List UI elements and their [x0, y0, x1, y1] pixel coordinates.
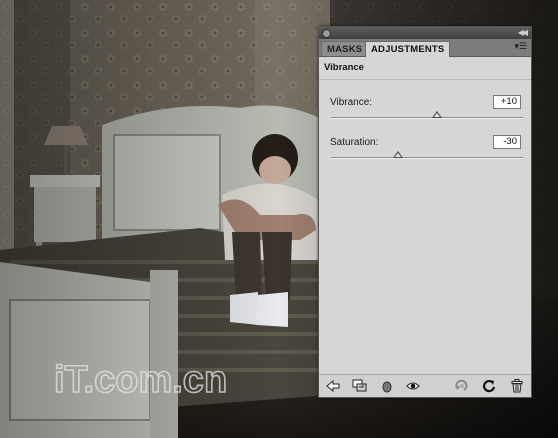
eye-icon[interactable]: [405, 378, 421, 394]
panel-header: Vibrance: [319, 57, 531, 80]
watermark-logo: iT.com.cn: [53, 356, 254, 408]
layer-visibility-icon[interactable]: [379, 378, 395, 394]
panel-tab-bar: MASKS ADJUSTMENTS ▾☰: [319, 39, 531, 57]
trash-icon[interactable]: [509, 378, 525, 394]
clip-to-layer-icon[interactable]: [352, 378, 368, 394]
adjustments-panel: ◀◀ MASKS ADJUSTMENTS ▾☰ Vibrance Vibranc…: [318, 26, 532, 398]
tab-adjustments[interactable]: ADJUSTMENTS: [365, 41, 451, 57]
saturation-slider-thumb[interactable]: [393, 151, 404, 158]
vibrance-slider-track[interactable]: [331, 117, 523, 119]
saturation-value-input[interactable]: -30: [493, 135, 521, 149]
saturation-slider-track[interactable]: [331, 157, 523, 159]
svg-text:iT.com.cn: iT.com.cn: [54, 359, 227, 401]
back-arrow-icon[interactable]: [325, 378, 341, 394]
vibrance-control: Vibrance: +10: [319, 95, 531, 137]
panel-close-button[interactable]: [322, 29, 331, 38]
saturation-control: Saturation: -30: [319, 135, 531, 177]
adjustment-title: Vibrance: [324, 62, 364, 73]
panel-footer: [319, 374, 531, 397]
vibrance-label: Vibrance:: [330, 97, 373, 108]
watermark-logo-graphic: iT.com.cn: [53, 358, 228, 402]
vibrance-slider-thumb[interactable]: [431, 111, 442, 118]
collapse-icon[interactable]: ◀◀: [518, 27, 528, 39]
saturation-label: Saturation:: [330, 137, 379, 148]
vibrance-value-input[interactable]: +10: [493, 95, 521, 109]
tab-masks[interactable]: MASKS: [321, 41, 369, 56]
panel-menu-icon[interactable]: ▾☰: [514, 42, 527, 52]
panel-titlebar[interactable]: ◀◀: [319, 27, 531, 39]
reset-icon[interactable]: [481, 378, 497, 394]
view-previous-state-icon[interactable]: [453, 378, 469, 394]
